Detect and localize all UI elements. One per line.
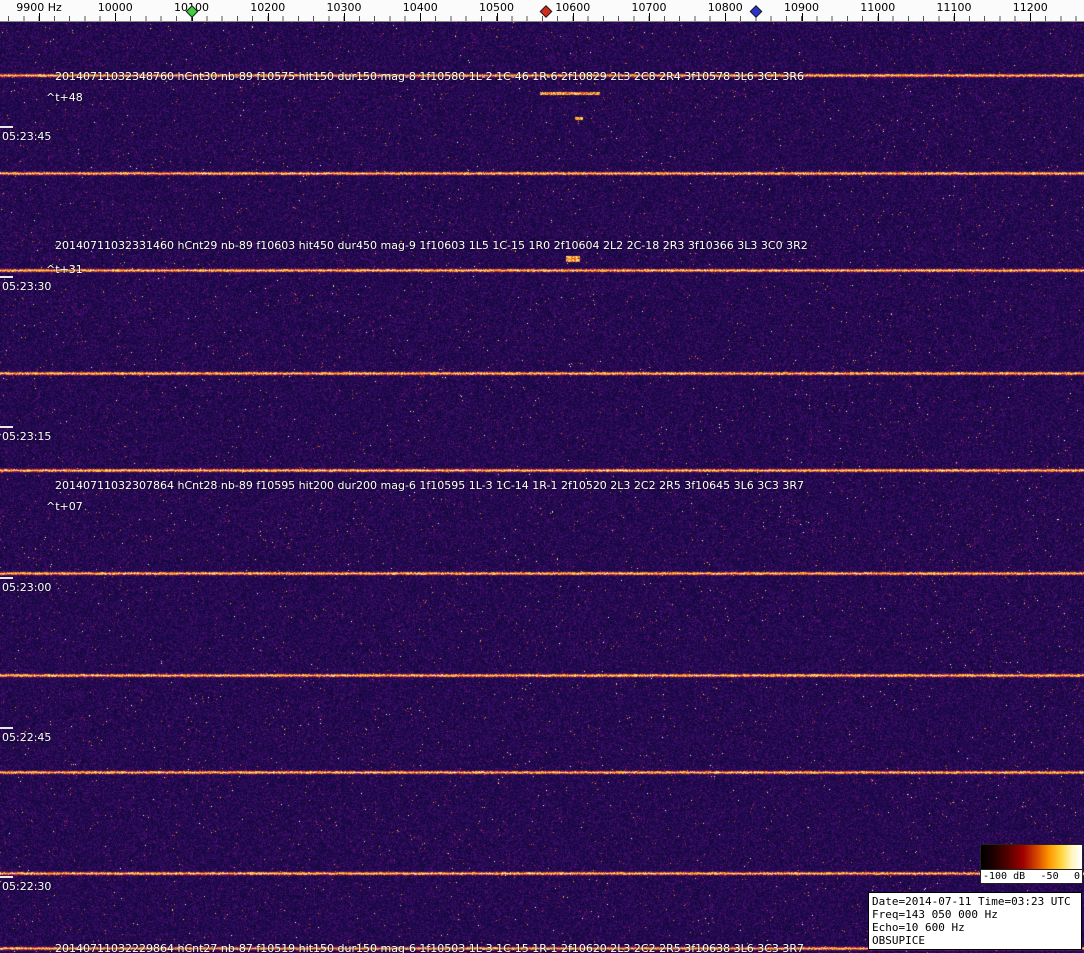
time-label: 05:23:00	[2, 581, 51, 594]
event-time-offset: ^t+07	[46, 500, 83, 513]
time-label: 05:23:30	[2, 280, 51, 293]
time-tick	[0, 276, 13, 278]
event-time-offset: ^t+48	[46, 91, 83, 104]
time-tick	[0, 126, 13, 128]
color-scale-labels: -100 dB -50 0	[980, 870, 1083, 884]
info-date-time: Date=2014-07-11 Time=03:23 UTC	[872, 895, 1078, 908]
overlay-layer: 05:23:45 05:23:30 05:23:15 05:23:00 05:22:45…	[0, 0, 1084, 953]
info-echo-frequency: Echo=10 600 Hz	[872, 921, 1078, 934]
scale-max-label: 0	[1074, 871, 1080, 882]
station-info-box: Date=2014-07-11 Time=03:23 UTC Freq=143 …	[868, 892, 1082, 950]
event-time-offset: ^t+31	[46, 263, 83, 276]
time-tick	[0, 727, 13, 729]
color-scale-bar	[980, 844, 1083, 870]
time-label: 05:23:15	[2, 430, 51, 443]
detection-annotation: 20140711032307864 hCnt28 nb-89 f10595 hi…	[55, 479, 804, 492]
time-label: 05:22:30	[2, 880, 51, 893]
detection-annotation: 20140711032348760 hCnt30 nb-89 f10575 hi…	[55, 70, 804, 83]
time-label: 05:22:45	[2, 731, 51, 744]
scale-min-label: -100 dB	[983, 871, 1025, 882]
info-station-name: OBSUPICE	[872, 934, 1078, 947]
db-scale-legend: -100 dB -50 0	[980, 844, 1083, 884]
scale-mid-label: -50	[1041, 871, 1059, 882]
time-tick	[0, 876, 13, 878]
spectrogram-window: 9900 Hz100001010010200103001040010500106…	[0, 0, 1084, 953]
detection-annotation: 20140711032229864 hCnt27 nb-87 f10519 hi…	[55, 942, 804, 953]
time-label: 05:23:45	[2, 130, 51, 143]
time-tick	[0, 426, 13, 428]
detection-annotation: 20140711032331460 hCnt29 nb-89 f10603 hi…	[55, 239, 808, 252]
time-tick	[0, 577, 13, 579]
info-frequency: Freq=143 050 000 Hz	[872, 908, 1078, 921]
